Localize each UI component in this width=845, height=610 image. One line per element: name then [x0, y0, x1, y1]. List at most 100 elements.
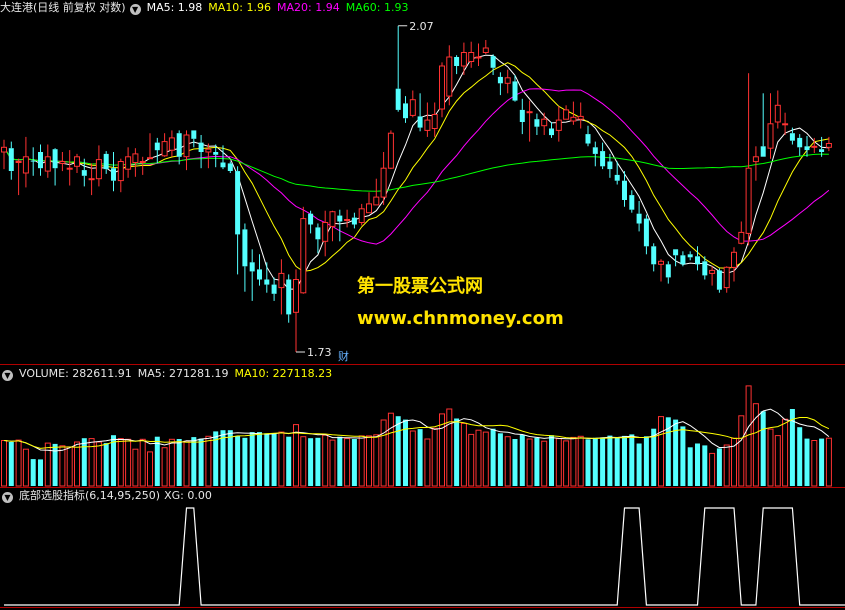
candle-body [329, 211, 336, 227]
volume-bar [629, 434, 635, 486]
candle-body [15, 161, 22, 163]
volume-bar [738, 415, 745, 487]
volume-bar [774, 435, 781, 487]
volume-bar [183, 440, 190, 487]
candle-body [825, 143, 832, 148]
volume-bar [549, 435, 554, 486]
finance-marker[interactable]: 财 [338, 348, 349, 364]
candle [351, 212, 357, 229]
candle [752, 146, 759, 181]
candle [344, 209, 351, 228]
volume-bar [673, 419, 679, 486]
volume-panel-header: ▼ VOLUME: 282611.91 MA5: 271281.19 MA10: 22… [0, 366, 338, 382]
candle-body [716, 270, 722, 290]
volume-bar [504, 436, 511, 487]
volume-bar [519, 434, 525, 486]
volume-bar [585, 439, 591, 486]
volume-bar [38, 459, 43, 486]
candle [504, 69, 511, 94]
collapse-icon[interactable]: ▼ [129, 4, 141, 15]
candle-body [504, 77, 511, 84]
candle [431, 102, 438, 137]
candle-body [782, 123, 789, 126]
candle [278, 259, 285, 315]
volume-bar [358, 435, 365, 487]
volume-bar [767, 428, 774, 487]
candle [257, 254, 262, 286]
candle-body [293, 279, 299, 313]
candle [424, 102, 431, 137]
candle-body [512, 81, 518, 101]
candle [264, 262, 270, 293]
candle-body [147, 157, 153, 160]
candle-body [723, 266, 730, 289]
candle-body [242, 229, 248, 267]
candle-body [549, 128, 554, 136]
candle [183, 130, 190, 171]
stock-chart[interactable]: 2.07 1.73 [0, 0, 845, 610]
candle-body [534, 119, 540, 127]
volume-bar [191, 437, 197, 486]
candle [680, 251, 686, 267]
candle-body [66, 167, 73, 170]
candle [460, 42, 467, 75]
candle [673, 249, 679, 267]
volume-bar [409, 430, 416, 487]
collapse-icon[interactable]: ▼ [2, 492, 13, 503]
candle [709, 266, 716, 286]
stock-title[interactable]: 大连港(日线 前复权 对数) [0, 1, 126, 14]
volume-bar [132, 448, 139, 487]
candle-body [132, 153, 139, 163]
candle [409, 90, 416, 118]
volume-bar [614, 437, 620, 486]
candle-body [417, 116, 423, 128]
candle-body [308, 213, 314, 225]
volume-bar [322, 434, 329, 487]
volume-bar [497, 433, 503, 486]
candle [774, 90, 781, 129]
candle [15, 158, 22, 196]
volume-bar [147, 451, 153, 487]
volume-bar [366, 435, 372, 487]
volume-bar [570, 436, 577, 487]
volume-bar [271, 433, 277, 486]
candle [1, 139, 7, 170]
candle [519, 98, 525, 135]
volume-bar [176, 439, 182, 486]
volume-bar [534, 437, 540, 486]
volume-bar [117, 438, 124, 487]
candle [716, 268, 722, 293]
candle-body [176, 133, 182, 157]
candle [59, 152, 66, 172]
candle-body [117, 161, 124, 182]
candle [797, 134, 803, 156]
candle [380, 152, 387, 205]
candle [66, 150, 73, 186]
candle-body [460, 52, 467, 67]
candle [293, 269, 299, 352]
volume-bar [329, 439, 336, 487]
volume-bar [395, 416, 401, 486]
candle [417, 93, 423, 132]
indicator-title[interactable]: 底部选股指标(6,14,95,250) [19, 489, 160, 502]
volume-bar [760, 411, 766, 486]
candle [767, 93, 774, 159]
volume-bar [482, 431, 489, 487]
volume-bar [702, 445, 708, 486]
watermark-title: 第一股票公式网 [357, 276, 483, 297]
candle-body [629, 195, 635, 210]
candle-body [1, 146, 7, 153]
candle-body [789, 133, 795, 141]
collapse-icon[interactable]: ▼ [2, 370, 13, 381]
candle [322, 210, 329, 257]
candle-body [271, 284, 277, 294]
candle-body [322, 222, 329, 242]
candle-body [380, 167, 387, 198]
candle [74, 153, 80, 173]
candle [52, 148, 58, 186]
volume-bar [563, 440, 570, 487]
candle [191, 130, 197, 148]
volume-bar [658, 416, 664, 487]
candle [482, 40, 489, 55]
candle [168, 130, 175, 157]
